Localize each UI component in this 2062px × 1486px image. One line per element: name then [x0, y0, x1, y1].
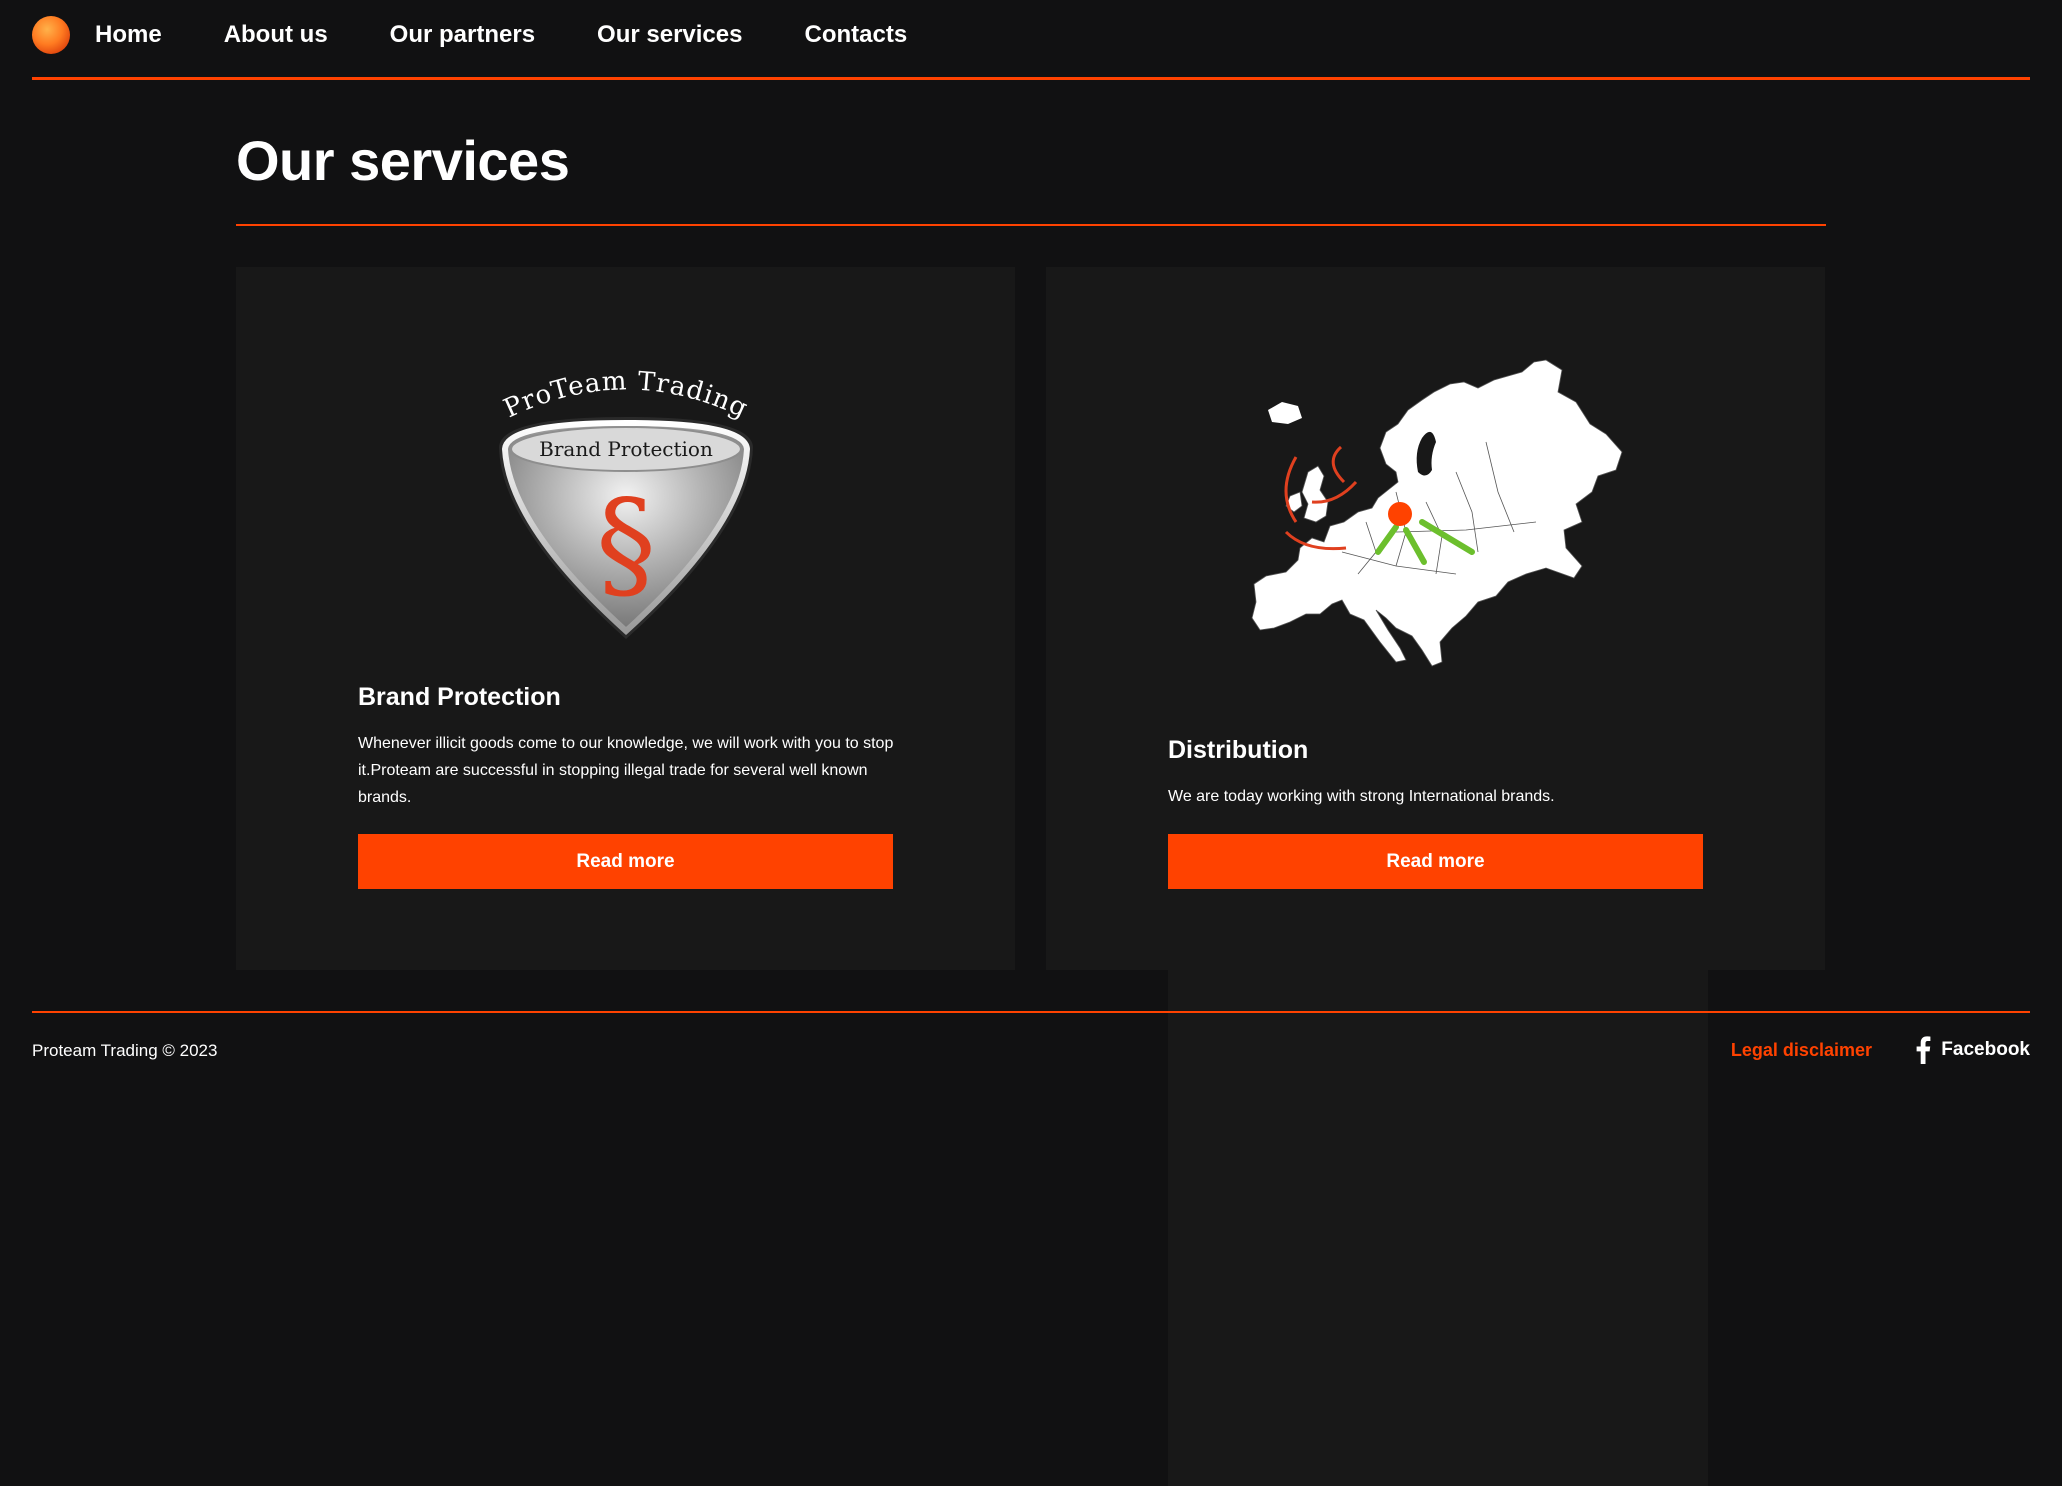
page-title: Our services — [236, 129, 570, 192]
facebook-label: Facebook — [1941, 1039, 2030, 1060]
svg-text:ProTeam Trading: ProTeam Trading — [499, 366, 752, 424]
service-card-distribution: Distribution We are today working with s… — [1046, 267, 1825, 1486]
nav-contacts[interactable]: Contacts — [804, 21, 907, 49]
card-heading: Distribution — [1168, 736, 1309, 764]
title-divider — [236, 224, 1826, 226]
europe-map-icon — [1251, 359, 1622, 667]
brand-protection-shield-icon: ProTeam Trading Brand Protection § — [498, 366, 753, 639]
shield-arc-text: ProTeam Trading — [499, 366, 751, 424]
service-card-brand-protection: ProTeam Trading Brand Protection § Brand… — [236, 267, 1015, 970]
shield-inner-text: Brand Protection — [539, 437, 713, 461]
nav-home[interactable]: Home — [95, 21, 162, 49]
copyright-text: Proteam Trading © 2023 — [32, 1041, 218, 1060]
logo-icon[interactable] — [32, 15, 70, 54]
legal-disclaimer-link[interactable]: Legal disclaimer — [1731, 1040, 1872, 1061]
facebook-icon — [1916, 1036, 1931, 1064]
read-more-button[interactable]: Read more — [358, 834, 893, 889]
facebook-link[interactable]: Facebook — [1915, 1036, 2030, 1064]
nav-our-services[interactable]: Our services — [597, 21, 742, 49]
read-more-button[interactable]: Read more — [1168, 834, 1703, 889]
nav-our-partners[interactable]: Our partners — [390, 21, 535, 49]
paragraph-symbol: § — [596, 475, 656, 614]
card-text: Whenever illicit goods come to our knowl… — [358, 735, 894, 806]
main-nav: Home About us Our partners Our services … — [95, 21, 969, 49]
site-header: Home About us Our partners Our services … — [32, 0, 2030, 80]
card-heading: Brand Protection — [358, 683, 561, 711]
nav-about-us[interactable]: About us — [224, 21, 328, 49]
footer-divider — [32, 1011, 2030, 1013]
